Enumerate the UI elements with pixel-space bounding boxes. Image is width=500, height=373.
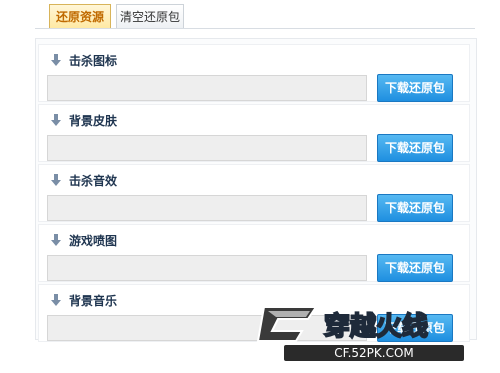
tab-divider xyxy=(35,28,475,29)
download-arrow-icon xyxy=(51,294,61,306)
file-field[interactable] xyxy=(47,135,367,161)
row-title: 游戏喷图 xyxy=(51,232,117,248)
resource-row-kill-icon: 击杀图标 下载还原包 xyxy=(38,44,470,102)
row-label: 游戏喷图 xyxy=(69,233,118,248)
row-title: 背景皮肤 xyxy=(51,112,117,128)
row-title: 击杀图标 xyxy=(51,52,117,68)
tab-bar: 还原资源 清空还原包 xyxy=(0,0,500,30)
tab-clear-restore-pack[interactable]: 清空还原包 xyxy=(116,4,184,28)
row-title: 背景音乐 xyxy=(51,292,117,308)
row-label: 击杀图标 xyxy=(69,53,118,68)
download-arrow-icon xyxy=(51,174,61,186)
resource-row-background-skin: 背景皮肤 下载还原包 xyxy=(38,104,470,162)
download-arrow-icon xyxy=(51,234,61,246)
file-field[interactable] xyxy=(47,75,367,101)
cf-logo: 穿越火线 xyxy=(256,301,486,345)
row-label: 击杀音效 xyxy=(69,173,118,188)
download-button[interactable]: 下载还原包 xyxy=(377,74,453,102)
row-label: 背景音乐 xyxy=(69,293,118,308)
resource-row-spray: 游戏喷图 下载还原包 xyxy=(38,224,470,282)
file-field[interactable] xyxy=(47,195,367,221)
row-title: 击杀音效 xyxy=(51,172,117,188)
row-label: 背景皮肤 xyxy=(69,113,118,128)
download-button[interactable]: 下载还原包 xyxy=(377,194,453,222)
download-button[interactable]: 下载还原包 xyxy=(377,134,453,162)
watermark-url: CF.52PK.COM xyxy=(284,345,464,361)
tab-restore-resources[interactable]: 还原资源 xyxy=(49,4,111,28)
resource-row-kill-sound: 击杀音效 下载还原包 xyxy=(38,164,470,222)
site-watermark: 穿越火线 CF.52PK.COM xyxy=(256,301,486,365)
download-arrow-icon xyxy=(51,54,61,66)
watermark-logo-text: 穿越火线 xyxy=(324,311,428,342)
download-button[interactable]: 下载还原包 xyxy=(377,254,453,282)
file-field[interactable] xyxy=(47,255,367,281)
download-arrow-icon xyxy=(51,114,61,126)
